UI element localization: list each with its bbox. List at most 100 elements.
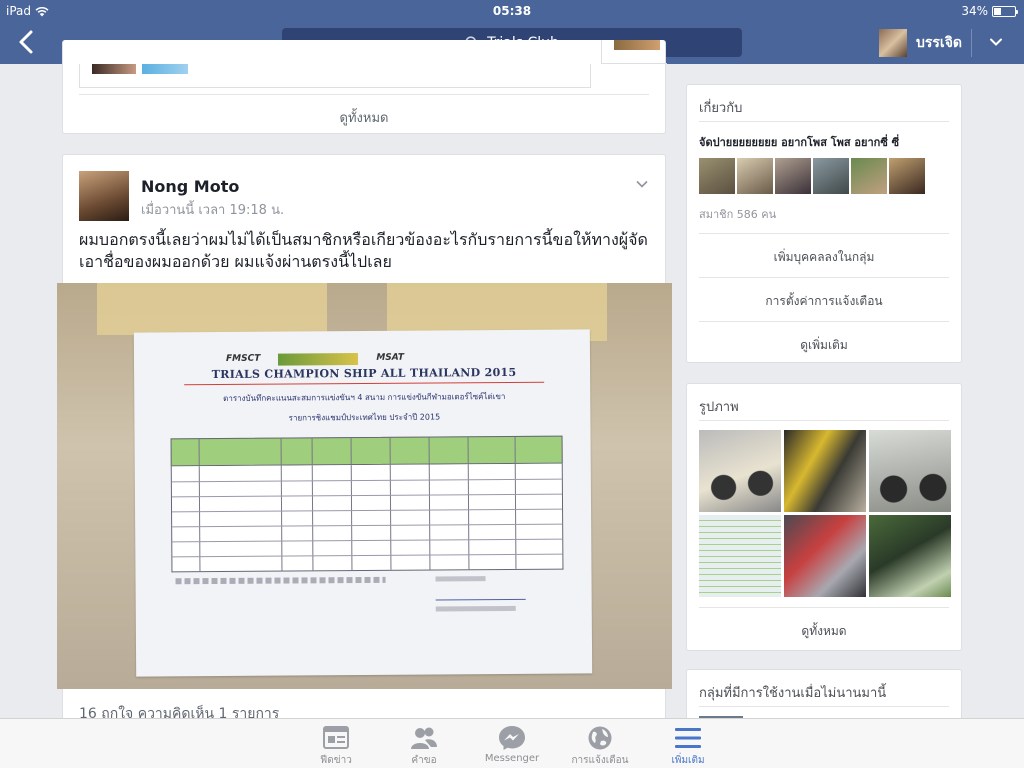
suggestion-box: [79, 64, 591, 88]
profile-name: บรรเจิด: [915, 35, 962, 51]
divider: [699, 121, 949, 122]
suggestion-box: [601, 40, 667, 64]
battery-indicator: 34%: [961, 4, 1018, 18]
member-count: สมาชิก 586 คน: [699, 208, 777, 221]
status-bar: iPad 05:38 34%: [0, 0, 1024, 22]
battery-fill: [994, 7, 1001, 15]
post-text: ผมบอกตรงนี้เลยว่าผมไม่ได้เป็นสมาชิกหรือเ…: [79, 230, 648, 271]
suggestion-thumbnail: [142, 64, 188, 74]
table-grid-line: [198, 439, 201, 466]
tab-more[interactable]: เพิ่มเติม: [644, 719, 732, 768]
member-avatars[interactable]: [699, 158, 925, 194]
battery-icon: [992, 5, 1018, 17]
menu-icon: [675, 728, 701, 748]
member-avatar[interactable]: [813, 158, 849, 194]
tab-label: เพิ่มเติม: [671, 755, 705, 766]
photo-grid: [699, 430, 951, 597]
see-all-link[interactable]: ดูทั้งหมด: [63, 107, 665, 128]
photo-thumbnail[interactable]: [699, 430, 781, 512]
paper-subtitle: ตารางบันทึกคะแนนสะสมการแข่งขันฯ 4 สนาม ก…: [223, 392, 506, 403]
section-title: กลุ่มที่มีการใช้งานเมื่อไม่นานมานี้: [699, 686, 887, 701]
tab-news-feed[interactable]: ฟีดข่าว: [292, 719, 380, 768]
photo-thumbnail[interactable]: [699, 515, 781, 597]
photo-thumbnail[interactable]: [869, 515, 951, 597]
messenger-icon: [499, 726, 525, 750]
divider: [699, 420, 949, 421]
tab-notifications[interactable]: การแจ้งเตือน: [556, 719, 644, 768]
news-feed-icon: [323, 726, 349, 749]
tape: [97, 283, 327, 335]
tab-bar: ฟีดข่าว คำขอ Messenger การแจ้งเตือน เพิ่…: [0, 718, 1024, 768]
about-card: เกี่ยวกับ จัดปายยยยยยยย อยากโพส โพส อยาก…: [686, 84, 962, 363]
post-author[interactable]: Nong Moto: [141, 177, 239, 196]
suggestion-thumbnail: [92, 64, 136, 74]
tab-label: การแจ้งเตือน: [571, 755, 629, 766]
signature-label: [435, 576, 486, 582]
document-paper: FMSCT MSAT TRIALS CHAMPION SHIP ALL THAI…: [133, 329, 593, 677]
tab-messenger[interactable]: Messenger: [468, 719, 556, 768]
globe-notifications-icon: [588, 726, 612, 750]
avatar[interactable]: [79, 171, 129, 221]
tab-friend-requests[interactable]: คำขอ: [380, 719, 468, 768]
divider: [699, 321, 949, 322]
avatar: [878, 29, 907, 57]
see-more-link[interactable]: ดูเพิ่มเติม: [687, 336, 961, 355]
add-member-link[interactable]: เพิ่มบุคคลลงในกลุ่ม: [687, 248, 961, 267]
signature-caption: [435, 605, 516, 612]
clock: 05:38: [492, 4, 532, 18]
table-grid-line: [467, 437, 470, 464]
member-avatar[interactable]: [851, 158, 887, 194]
nav-divider: [971, 29, 972, 57]
profile-button[interactable]: บรรเจิด: [878, 29, 962, 57]
photo-thumbnail[interactable]: [784, 515, 866, 597]
member-avatar[interactable]: [737, 158, 773, 194]
post-photo[interactable]: FMSCT MSAT TRIALS CHAMPION SHIP ALL THAI…: [57, 283, 672, 689]
see-all-photos-link[interactable]: ดูทั้งหมด: [687, 622, 961, 641]
score-table: [170, 435, 564, 573]
divider: [699, 233, 949, 234]
photo-thumbnail[interactable]: [784, 430, 866, 512]
table-body: [170, 463, 564, 573]
notification-settings-link[interactable]: การตั้งค่าการแจ้งเตือน: [687, 292, 961, 311]
table-grid-line: [172, 553, 563, 558]
member-avatar[interactable]: [699, 158, 735, 194]
table-grid-line: [171, 493, 562, 498]
logo-banner: [278, 353, 359, 366]
divider: [699, 277, 949, 278]
table-grid-line: [172, 538, 563, 543]
divider: [699, 607, 949, 608]
title-underline: [184, 381, 545, 386]
table-grid-line: [514, 436, 516, 463]
table-grid-line: [280, 438, 282, 465]
divider: [79, 94, 649, 95]
divider: [699, 706, 949, 707]
group-name: จัดปายยยยยยยย อยากโพส โพส อยากซี่ ซี่: [699, 136, 900, 149]
paper-title: TRIALS CHAMPION SHIP ALL THAILAND 2015: [211, 365, 517, 382]
suggestion-thumbnail: [614, 40, 660, 50]
post-card: Nong Moto เมื่อวานนี้ เวลา 19:18 น. ผมบอ…: [57, 154, 672, 734]
table-grid-line: [311, 438, 314, 465]
member-avatar[interactable]: [889, 158, 925, 194]
table-grid-line: [171, 478, 562, 483]
paper-logos: FMSCT MSAT: [226, 353, 404, 366]
table-grid-line: [428, 437, 431, 464]
tab-label: คำขอ: [411, 755, 437, 766]
table-header: [170, 435, 563, 467]
battery-percent: 34%: [961, 4, 988, 18]
back-arrow-icon[interactable]: [14, 28, 38, 56]
section-title: รูปภาพ: [699, 400, 739, 415]
table-grid-line: [350, 438, 353, 465]
logo-text-fmsct: FMSCT: [225, 353, 261, 364]
logo-text-msat: MSAT: [376, 352, 405, 363]
member-avatar[interactable]: [775, 158, 811, 194]
chevron-down-icon[interactable]: [988, 34, 1004, 50]
paper-subtitle: รายการชิงแชมป์ประเทศไทย ประจำปี 2015: [288, 412, 441, 423]
table-grid-line: [389, 437, 392, 464]
post-timestamp[interactable]: เมื่อวานนี้ เวลา 19:18 น.: [141, 199, 284, 220]
chevron-down-icon[interactable]: [635, 177, 649, 191]
table-grid-line: [172, 523, 563, 528]
table-grid-line: [172, 508, 563, 513]
tab-label: ฟีดข่าว: [320, 755, 352, 766]
photo-thumbnail[interactable]: [869, 430, 951, 512]
suggested-items-card: ดูทั้งหมด: [62, 40, 667, 134]
